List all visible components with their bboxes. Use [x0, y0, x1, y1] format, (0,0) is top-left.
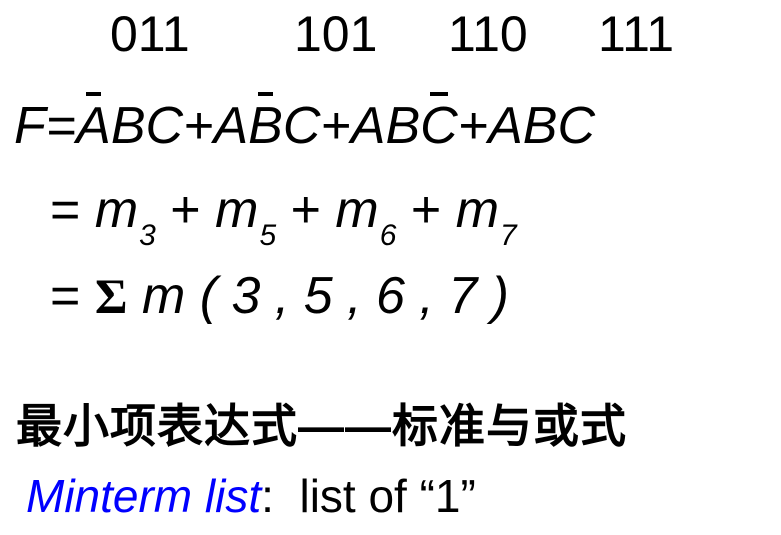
sigma-symbol: Σ: [94, 268, 128, 324]
equals-sign: =: [50, 267, 81, 325]
minterm-m6: m6: [335, 181, 397, 252]
section-heading: 最小项表达式——标准与或式: [16, 400, 627, 452]
plus-sign: +: [410, 181, 442, 239]
minterm-list-line: Minterm list: list of “1”: [26, 468, 476, 524]
minterm-m3: m3: [94, 181, 156, 252]
code-label-1: 011: [110, 6, 190, 62]
plus-sign: +: [170, 181, 201, 239]
minterm-m7: m7: [455, 181, 517, 252]
minterm-list-label: Minterm list: [26, 470, 262, 522]
term-2-a: A: [213, 97, 249, 155]
equals-sign: =: [50, 181, 81, 239]
function-expression: F=ABC+ABC+ABC+ABC: [14, 92, 595, 158]
code-label-2: 101: [294, 6, 378, 62]
minterm-list-colon: :: [261, 470, 274, 522]
plus-sign: +: [457, 97, 489, 155]
sigma-m: m: [141, 267, 186, 325]
term-1-bc: BC: [110, 97, 184, 155]
minterm-m5: m5: [215, 181, 277, 252]
term-1: ABC: [76, 92, 184, 158]
term-2-b-bar: B: [248, 92, 283, 158]
term-2: ABC: [213, 92, 321, 158]
term-3: ABC: [350, 92, 458, 158]
function-lhs: F=: [14, 97, 77, 155]
term-3-ab: AB: [350, 97, 421, 155]
sigma-arguments: ( 3 , 5 , 6 , 7 ): [199, 267, 509, 325]
plus-sign: +: [290, 181, 321, 239]
plus-sign: +: [183, 97, 214, 155]
plus-sign: +: [320, 97, 351, 155]
term-4-abc: ABC: [488, 97, 595, 155]
code-label-3: 110: [448, 6, 528, 62]
minterm-sum-line: = m3 + m5 + m6 + m7: [50, 178, 517, 252]
sigma-notation-line: = Σ m ( 3 , 5 , 6 , 7 ): [50, 264, 509, 328]
code-label-4: 111: [598, 6, 675, 62]
term-3-c-bar: C: [420, 92, 458, 158]
term-1-a-bar: A: [76, 92, 111, 158]
term-2-c: C: [282, 97, 321, 155]
term-4: ABC: [488, 97, 595, 155]
minterm-list-text: list of “1”: [299, 470, 476, 522]
